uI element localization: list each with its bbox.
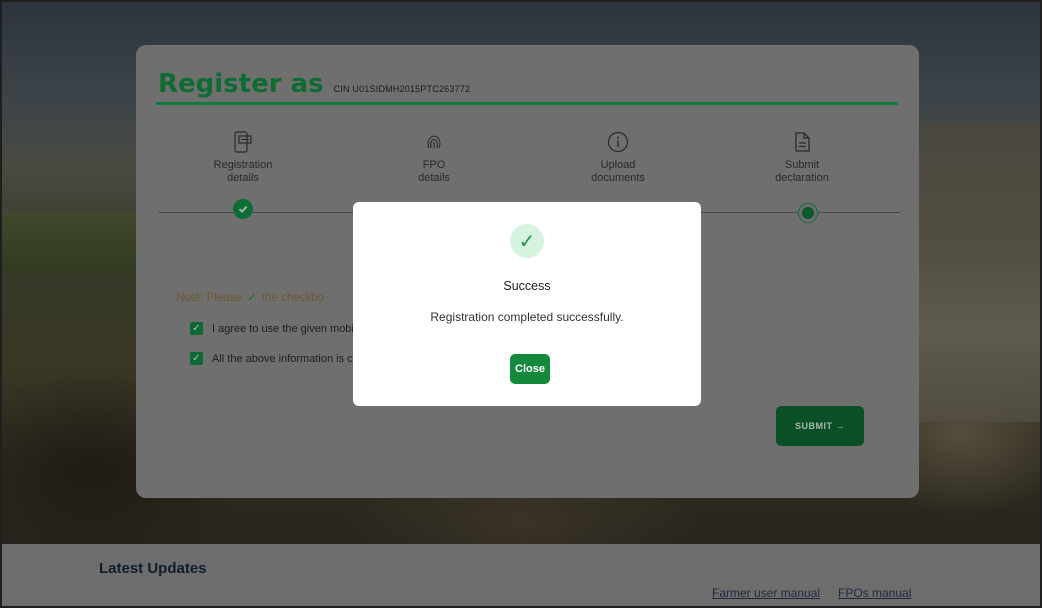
step-registration-details[interactable]: Registration details bbox=[183, 131, 303, 185]
modal-title: Success bbox=[503, 279, 551, 293]
title-divider bbox=[156, 102, 898, 105]
step-label-line2: details bbox=[227, 172, 259, 184]
step-submit-declaration[interactable]: Submit declaration bbox=[742, 131, 862, 185]
checkbox-label: All the above information is c bbox=[212, 352, 353, 365]
step-fpo-details[interactable]: FPO details bbox=[374, 131, 494, 185]
step-label-line2: declaration bbox=[775, 172, 829, 184]
success-modal: ✓ Success Registration completed success… bbox=[353, 202, 701, 406]
cin-number: CIN U01SIDMH2015PTC263772 bbox=[333, 84, 471, 94]
success-check-icon: ✓ bbox=[510, 224, 544, 258]
page-title: Register as bbox=[158, 69, 324, 99]
checkbox-note: Note: Please ✓ the checkbo bbox=[176, 290, 324, 304]
fpos-manual-link[interactable]: FPOs manual bbox=[838, 586, 911, 600]
step-label-line1: FPO bbox=[422, 159, 446, 171]
page: Register as CIN U01SIDMH2015PTC263772 Re… bbox=[0, 0, 1042, 608]
info-icon bbox=[607, 131, 629, 153]
checkbox-checked-icon[interactable]: ✓ bbox=[190, 322, 203, 335]
submit-button[interactable]: SUBMIT → bbox=[776, 406, 864, 446]
step-label-line2: details bbox=[418, 172, 450, 184]
checkbox-checked-icon[interactable]: ✓ bbox=[190, 352, 203, 365]
checkbox-label: I agree to use the given mobi bbox=[212, 322, 354, 335]
note-suffix: the checkbo bbox=[261, 292, 324, 304]
step-label-line1: Registration bbox=[213, 159, 273, 171]
card-header: Register as CIN U01SIDMH2015PTC263772 bbox=[158, 69, 470, 99]
step-current-dot-icon bbox=[799, 204, 817, 222]
note-prefix: Note: Please bbox=[176, 292, 242, 304]
latest-updates-section: Latest Updates Farmer user manual FPOs m… bbox=[2, 544, 1040, 606]
info-correct-checkbox-row[interactable]: ✓ All the above information is c bbox=[190, 352, 353, 365]
farmer-user-manual-link[interactable]: Farmer user manual bbox=[712, 586, 820, 600]
step-label-line1: Upload bbox=[600, 159, 636, 171]
latest-updates-heading: Latest Updates bbox=[99, 560, 207, 577]
document-icon bbox=[795, 132, 810, 152]
close-button[interactable]: Close bbox=[510, 354, 550, 384]
step-label-line2: documents bbox=[591, 172, 645, 184]
phone-form-icon bbox=[234, 131, 252, 153]
step-label-line1: Submit bbox=[784, 159, 820, 171]
step-upload-documents[interactable]: Upload documents bbox=[558, 131, 678, 185]
tick-icon: ✓ bbox=[247, 292, 257, 304]
fingerprint-icon bbox=[427, 135, 441, 149]
modal-message: Registration completed successfully. bbox=[430, 310, 624, 324]
step-completed-check-icon bbox=[233, 199, 253, 219]
agree-mobile-checkbox-row[interactable]: ✓ I agree to use the given mobi bbox=[190, 322, 354, 335]
